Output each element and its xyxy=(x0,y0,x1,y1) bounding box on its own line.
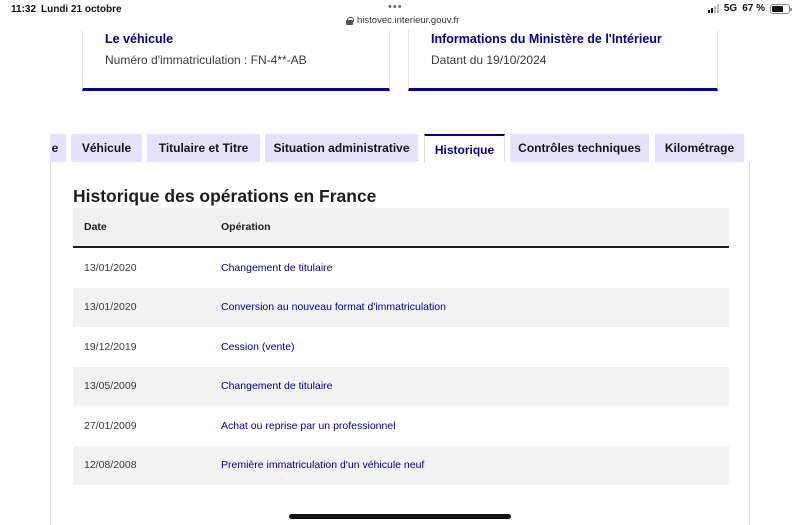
row-date: 13/01/2020 xyxy=(84,301,137,314)
header-operation: Opération xyxy=(221,221,271,233)
row-operation: Cession (vente) xyxy=(221,340,295,353)
tab-controles-techniques[interactable]: Contrôles techniques xyxy=(510,134,649,162)
status-time: 11:32 xyxy=(11,4,37,15)
table-header: Date Opération xyxy=(73,208,729,248)
lock-icon xyxy=(346,16,354,25)
table-row: 19/12/2019 Cession (vente) xyxy=(73,327,729,367)
row-date: 27/01/2009 xyxy=(84,419,137,432)
tab-partial[interactable]: e xyxy=(50,134,66,162)
row-operation: Première immatriculation d'un véhicule n… xyxy=(221,459,425,472)
row-date: 13/01/2020 xyxy=(84,261,137,274)
tab-vehicule[interactable]: Véhicule xyxy=(71,134,142,162)
status-bar: 11:32 Lundi 21 octobre ••• histovec.inte… xyxy=(0,0,800,30)
table-row: 13/01/2020 Changement de titulaire xyxy=(73,248,729,288)
battery-percent: 67 % xyxy=(742,3,765,14)
ministry-card-title: Informations du Ministère de l'Intérieur xyxy=(431,32,662,46)
row-operation: Changement de titulaire xyxy=(221,261,333,274)
row-operation: Changement de titulaire xyxy=(221,380,333,393)
row-date: 13/05/2009 xyxy=(84,380,137,393)
ministry-card: Informations du Ministère de l'Intérieur… xyxy=(408,30,718,91)
header-date: Date xyxy=(84,221,107,233)
network-label: 5G xyxy=(723,3,738,14)
panel-title: Historique des opérations en France xyxy=(73,186,377,206)
row-date: 19/12/2019 xyxy=(84,340,137,353)
table-row: 13/05/2009 Changement de titulaire xyxy=(73,366,729,406)
row-date: 12/08/2008 xyxy=(84,459,137,472)
address-url: histovec.interieur.gouv.fr xyxy=(357,15,460,26)
tab-situation-administrative[interactable]: Situation administrative xyxy=(265,134,418,162)
vehicle-card-title: Le véhicule xyxy=(105,32,174,46)
vehicle-card: Le véhicule Numéro d'immatriculation : F… xyxy=(82,30,390,91)
table-row: 13/01/2020 Conversion au nouveau format … xyxy=(73,287,729,327)
tab-kilometrage[interactable]: Kilométrage xyxy=(655,134,744,162)
status-date: Lundi 21 octobre xyxy=(41,4,122,15)
tab-historique[interactable]: Historique xyxy=(424,134,505,162)
vehicle-card-text: Numéro d'immatriculation : FN-4**-AB xyxy=(105,53,307,67)
table-row: 27/01/2009 Achat ou reprise par un profe… xyxy=(73,406,729,446)
history-panel: Historique des opérations en France Date… xyxy=(50,162,750,525)
home-indicator[interactable] xyxy=(289,514,511,519)
table-row: 12/08/2008 Première immatriculation d'un… xyxy=(73,445,729,485)
row-operation: Achat ou reprise par un professionnel xyxy=(221,419,396,432)
row-operation: Conversion au nouveau format d'immatricu… xyxy=(221,301,446,314)
tab-bar: e Véhicule Titulaire et Titre Situation … xyxy=(50,134,750,162)
status-indicators: 5G 67 % xyxy=(707,3,792,14)
history-table: Date Opération 13/01/2020 Changement de … xyxy=(73,208,729,485)
ministry-card-text: Datant du 19/10/2024 xyxy=(431,53,547,67)
more-dots-icon[interactable]: ••• xyxy=(388,1,403,13)
tab-titulaire-et-titre[interactable]: Titulaire et Titre xyxy=(147,134,260,162)
signal-icon xyxy=(707,4,719,13)
battery-icon xyxy=(770,3,792,14)
address-bar[interactable]: histovec.interieur.gouv.fr xyxy=(346,15,459,26)
